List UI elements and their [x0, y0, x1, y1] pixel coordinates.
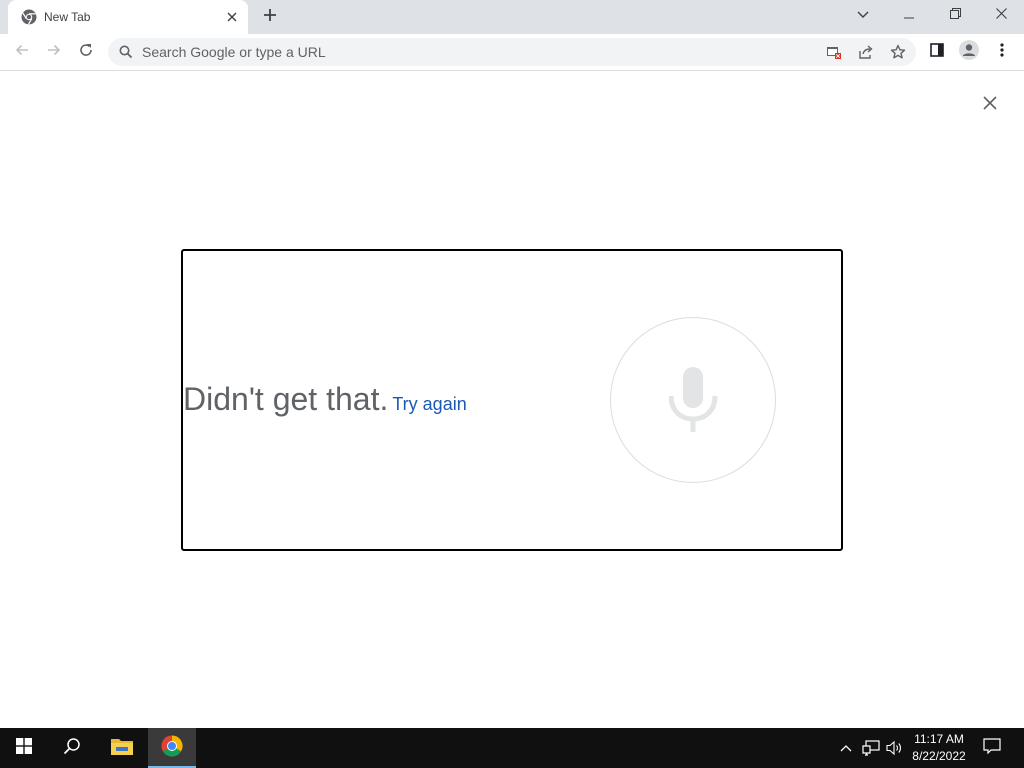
minimize-icon — [904, 6, 914, 24]
tab-strip: New Tab — [0, 0, 1024, 34]
close-icon — [995, 6, 1007, 24]
new-tab-button[interactable] — [258, 5, 282, 29]
side-panel-icon — [929, 42, 945, 63]
microphone-icon — [668, 366, 719, 436]
action-center-button[interactable] — [978, 728, 1006, 768]
back-arrow-icon — [14, 42, 30, 63]
notification-icon — [983, 737, 1001, 759]
forward-arrow-icon — [46, 42, 62, 63]
forward-button[interactable] — [40, 38, 68, 66]
menu-button[interactable] — [988, 38, 1016, 66]
popup-blocked-icon[interactable] — [824, 42, 844, 62]
taskbar-search-button[interactable] — [48, 728, 96, 768]
chrome-icon — [161, 735, 183, 762]
network-icon[interactable] — [861, 738, 881, 758]
try-again-link[interactable]: Try again — [392, 394, 466, 414]
voice-status-text: Didn't get that. — [183, 381, 389, 417]
restore-icon — [949, 6, 961, 24]
taskbar-file-explorer[interactable] — [98, 728, 146, 768]
more-vert-icon — [1000, 42, 1004, 63]
tab-search-button[interactable] — [840, 0, 886, 30]
restore-button[interactable] — [932, 0, 978, 30]
chevron-down-icon — [857, 6, 869, 24]
plus-icon — [263, 8, 277, 27]
close-icon[interactable] — [223, 8, 241, 26]
close-icon — [983, 95, 997, 115]
side-panel-button[interactable] — [923, 38, 951, 66]
system-clock[interactable]: 11:17 AM 8/22/2022 — [906, 731, 972, 765]
reload-icon — [78, 42, 94, 63]
windows-taskbar: 11:17 AM 8/22/2022 — [0, 728, 1024, 768]
tab-new-tab[interactable]: New Tab — [8, 0, 248, 34]
search-icon — [63, 737, 81, 760]
file-explorer-icon — [111, 737, 133, 760]
back-button[interactable] — [8, 38, 36, 66]
page-content: Didn't get that. Try again — [0, 72, 1024, 728]
reload-button[interactable] — [72, 38, 100, 66]
browser-toolbar — [0, 34, 1024, 71]
windows-start-icon — [16, 737, 32, 759]
microphone-button[interactable] — [610, 317, 776, 483]
tab-title: New Tab — [44, 10, 91, 24]
window-close-button[interactable] — [978, 0, 1024, 30]
profile-button[interactable] — [955, 38, 983, 66]
taskbar-chrome[interactable] — [148, 728, 196, 768]
start-button[interactable] — [0, 728, 48, 768]
volume-icon[interactable] — [885, 738, 905, 758]
voice-message: Didn't get that. Try again — [183, 381, 467, 418]
star-icon[interactable] — [888, 42, 908, 62]
minimize-button[interactable] — [886, 0, 932, 30]
search-icon — [118, 44, 134, 60]
share-icon[interactable] — [856, 42, 876, 62]
clock-time: 11:17 AM — [914, 732, 964, 746]
profile-icon — [959, 39, 979, 65]
chevron-up-icon[interactable] — [836, 738, 856, 758]
chrome-icon — [21, 9, 37, 25]
voice-search-close-button[interactable] — [978, 93, 1002, 117]
voice-search-dialog: Didn't get that. Try again — [181, 249, 843, 551]
omnibox-input[interactable] — [142, 38, 742, 66]
omnibox[interactable] — [108, 38, 916, 66]
clock-date: 8/22/2022 — [912, 749, 966, 763]
